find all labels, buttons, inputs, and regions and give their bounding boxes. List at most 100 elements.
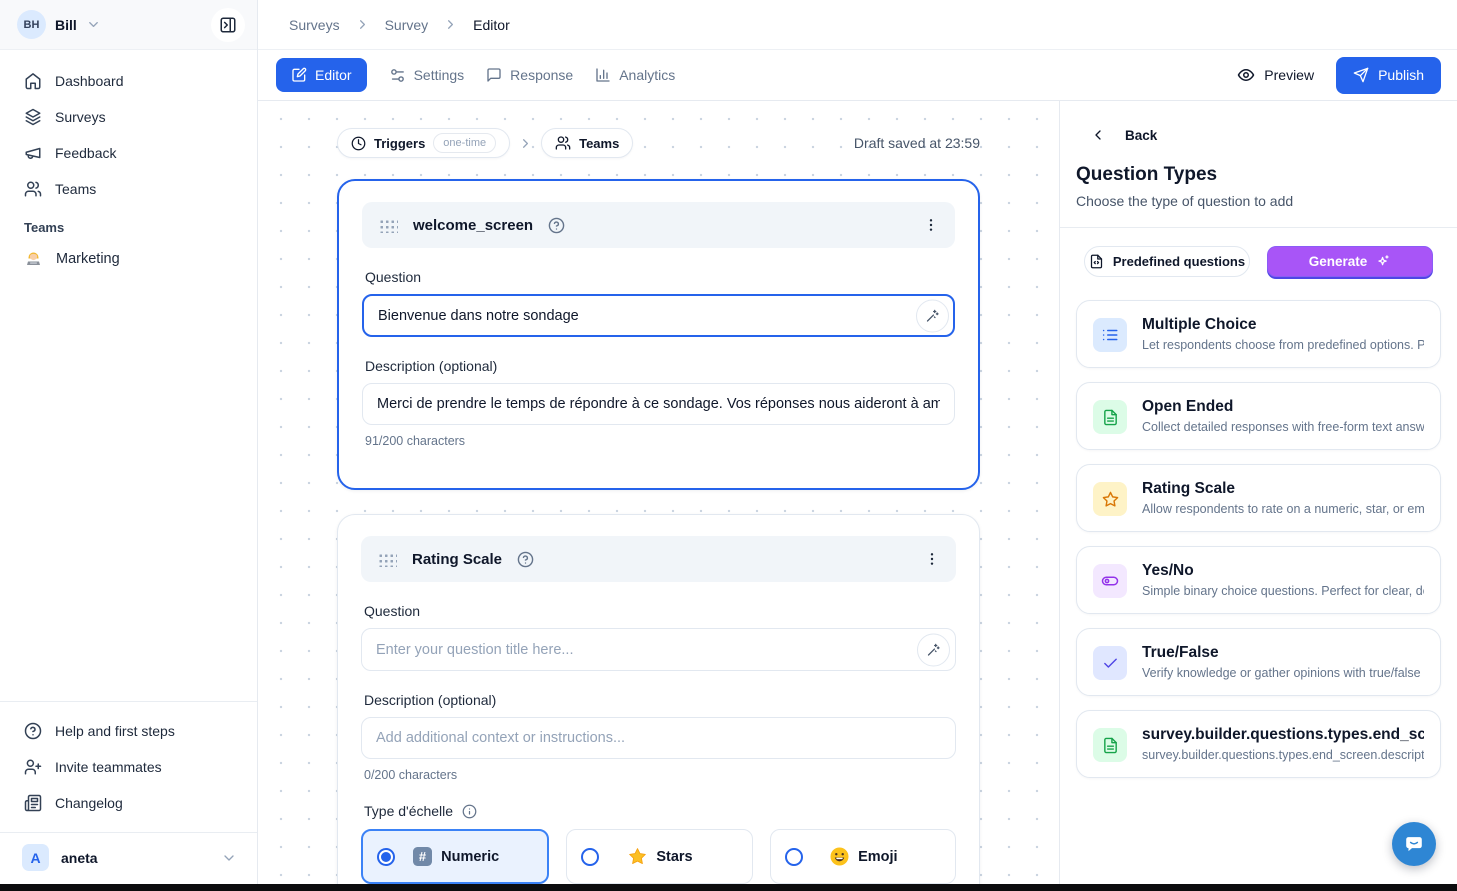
question-type-multiple-choice[interactable]: Multiple Choice Let respondents choose f…: [1076, 300, 1441, 368]
sidebar-item-label: Teams: [55, 181, 96, 197]
clock-icon: [351, 136, 366, 151]
question-type-description: Allow respondents to rate on a numeric, …: [1142, 502, 1424, 516]
card-title: welcome_screen: [413, 217, 533, 234]
teams-chip[interactable]: Teams: [541, 128, 633, 158]
question-type-open-ended[interactable]: Open Ended Collect detailed responses wi…: [1076, 382, 1441, 450]
sidebar-item-surveys[interactable]: Surveys: [12, 100, 245, 134]
workspace-switcher[interactable]: BH Bill: [17, 10, 101, 39]
scale-type-options: # Numeric: [361, 829, 956, 884]
back-button[interactable]: Back: [1076, 127, 1441, 143]
main-column: Surveys Survey Editor Editor: [258, 0, 1457, 884]
tab-label: Editor: [315, 67, 352, 83]
drag-handle-icon[interactable]: [377, 552, 397, 567]
breadcrumb-survey[interactable]: Survey: [385, 17, 429, 33]
panel-title: Question Types: [1076, 164, 1441, 186]
megaphone-icon: [24, 144, 42, 162]
publish-label: Publish: [1378, 67, 1424, 83]
description-input[interactable]: [362, 383, 955, 425]
workspace-name: Bill: [55, 17, 77, 33]
sidebar-item-team-marketing[interactable]: Marketing: [12, 241, 245, 276]
sidebar: BH Bill Dashboard: [0, 0, 258, 884]
pencil-icon: [291, 67, 307, 83]
char-count: 0/200 characters: [364, 768, 953, 782]
document-icon: [1093, 400, 1127, 434]
scale-option-numeric[interactable]: # Numeric: [361, 829, 549, 884]
question-title-input[interactable]: [361, 628, 956, 671]
magic-wand-button[interactable]: [916, 299, 949, 332]
sidebar-item-dashboard[interactable]: Dashboard: [12, 64, 245, 98]
radio-checked[interactable]: [377, 848, 395, 866]
sidebar-item-label: Dashboard: [55, 73, 124, 89]
trigger-type-badge: one-time: [433, 133, 496, 153]
help-circle-icon[interactable]: [517, 551, 534, 568]
question-card-rating-scale[interactable]: Rating Scale Question: [337, 514, 980, 884]
scale-option-stars[interactable]: Stars: [566, 829, 752, 884]
radio-unchecked[interactable]: [581, 848, 599, 866]
predefined-questions-label: Predefined questions: [1113, 254, 1245, 269]
question-label: Question: [364, 603, 953, 619]
card-header: Rating Scale: [361, 536, 956, 582]
question-type-true-false[interactable]: True/False Verify knowledge or gather op…: [1076, 628, 1441, 696]
triggers-chip[interactable]: Triggers one-time: [337, 128, 510, 158]
description-input[interactable]: [361, 717, 956, 759]
home-icon: [24, 72, 42, 90]
magic-wand-button[interactable]: [917, 633, 950, 666]
generate-button[interactable]: Generate: [1267, 246, 1433, 277]
account-name: aneta: [61, 850, 98, 866]
team-name: Marketing: [56, 251, 120, 267]
star-emoji-icon: [628, 847, 647, 866]
question-title-input[interactable]: [362, 294, 955, 337]
question-label: Question: [365, 269, 952, 285]
breadcrumb-editor: Editor: [473, 17, 510, 33]
scale-option-label: Stars: [656, 849, 692, 865]
sidebar-item-changelog[interactable]: Changelog: [12, 786, 245, 820]
chat-smile-icon: [1403, 833, 1425, 855]
drag-handle-icon[interactable]: [378, 218, 398, 233]
sidebar-item-invite[interactable]: Invite teammates: [12, 750, 245, 784]
preview-button[interactable]: Preview: [1237, 66, 1314, 84]
teams-chip-label: Teams: [579, 136, 619, 151]
sidebar-item-help[interactable]: Help and first steps: [12, 714, 245, 748]
sidebar-item-label: Invite teammates: [55, 759, 162, 775]
users-icon: [24, 180, 42, 198]
teams-section-label: Teams: [0, 206, 257, 241]
user-plus-icon: [24, 758, 42, 776]
question-card-welcome-screen[interactable]: welcome_screen Question: [337, 179, 980, 490]
generate-label: Generate: [1309, 254, 1368, 269]
triggers-chip-label: Triggers: [374, 136, 425, 151]
sidebar-item-feedback[interactable]: Feedback: [12, 136, 245, 170]
scale-option-emoji[interactable]: Emoji: [770, 829, 956, 884]
question-type-end-screen[interactable]: survey.builder.questions.types.end_scr..…: [1076, 710, 1441, 778]
account-switcher[interactable]: A aneta: [0, 832, 257, 884]
content: Triggers one-time Teams Draft sav: [258, 101, 1457, 884]
chevron-right-icon: [518, 136, 533, 151]
bar-chart-icon: [595, 67, 611, 83]
toggle-icon: [1093, 564, 1127, 598]
sidebar-footer: Help and first steps Invite teammates Ch…: [0, 701, 257, 884]
help-circle-icon[interactable]: [548, 217, 565, 234]
tab-analytics[interactable]: Analytics: [595, 67, 675, 83]
tab-response[interactable]: Response: [486, 67, 573, 83]
info-icon[interactable]: [462, 804, 477, 819]
card-header: welcome_screen: [362, 202, 955, 248]
question-type-yes-no[interactable]: Yes/No Simple binary choice questions. P…: [1076, 546, 1441, 614]
send-icon: [1353, 67, 1369, 83]
publish-button[interactable]: Publish: [1336, 57, 1441, 94]
preview-label: Preview: [1264, 67, 1314, 83]
chevron-down-icon: [86, 17, 101, 32]
sidebar-collapse-button[interactable]: [211, 8, 245, 42]
survey-canvas: Triggers one-time Teams Draft sav: [258, 101, 1059, 884]
question-type-title: survey.builder.questions.types.end_scr..…: [1142, 726, 1424, 744]
sidebar-nav: Dashboard Surveys Feedback Teams: [0, 50, 257, 206]
question-type-rating-scale[interactable]: Rating Scale Allow respondents to rate o…: [1076, 464, 1441, 532]
sidebar-item-teams[interactable]: Teams: [12, 172, 245, 206]
question-type-description: Collect detailed responses with free-for…: [1142, 420, 1424, 434]
card-menu-button[interactable]: [924, 551, 940, 567]
tab-editor[interactable]: Editor: [276, 58, 367, 92]
tab-settings[interactable]: Settings: [389, 67, 465, 84]
card-menu-button[interactable]: [923, 217, 939, 233]
radio-unchecked[interactable]: [785, 848, 803, 866]
breadcrumb-surveys[interactable]: Surveys: [289, 17, 340, 33]
chat-launcher-button[interactable]: [1392, 822, 1436, 866]
predefined-questions-button[interactable]: Predefined questions: [1084, 246, 1250, 277]
